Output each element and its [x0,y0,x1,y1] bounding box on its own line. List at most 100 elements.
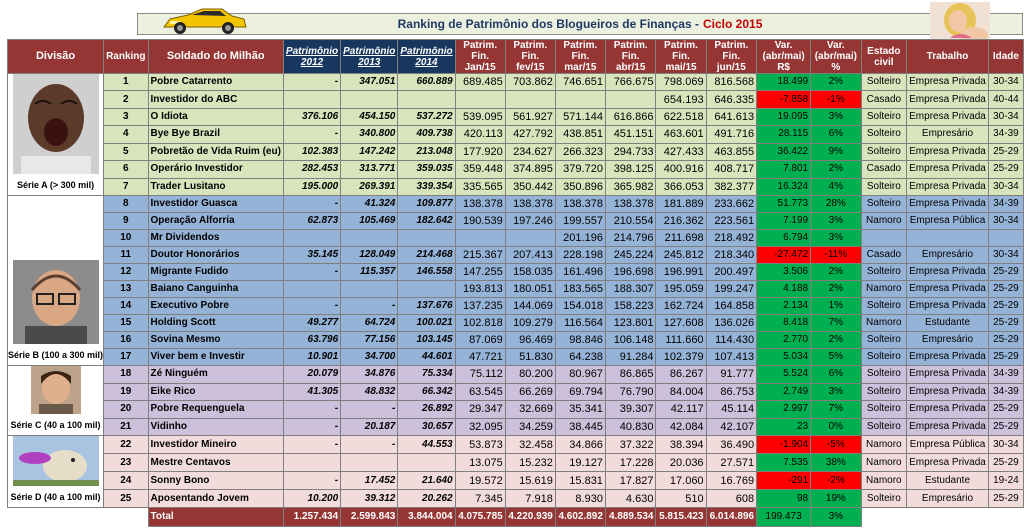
name-cell: Doutor Honorários [147,246,284,264]
mai-cell: 400.916 [655,160,707,179]
ranking-cell: 25 [103,489,149,508]
civil-cell: Solteiro [860,107,908,127]
p2013-cell: 128.049 [340,246,399,264]
p2012-cell: 10.901 [282,348,342,366]
job-cell: Empresa Pública [906,212,989,230]
jan-cell: 539.095 [454,107,506,127]
mai-cell: 622.518 [655,107,707,127]
title-cycle: Ciclo 2015 [703,17,763,31]
col-fev15: Patrim. Fin. fev/15 [504,39,556,74]
civil-cell: Solteiro [860,400,908,419]
name-cell: Aposentando Jovem [147,489,284,508]
abr-cell: 37.322 [604,435,657,454]
civil-cell: Casado [860,246,908,264]
var-pct-cell: 2% [810,331,862,349]
p2012-cell: - [282,263,342,281]
name-cell: Mr Dividendos [147,229,284,247]
civil-cell: Solteiro [860,195,908,213]
ranking-cell: 2 [103,90,149,109]
ranking-cell: 8 [103,195,149,213]
job-cell [906,229,989,247]
ranking-cell: 17 [103,348,149,366]
jun-cell: 42.107 [705,417,758,436]
total-abr: 4.889.534 [604,507,657,527]
name-cell: Zé Ninguém [147,365,284,384]
var-pct-cell: 2% [810,280,862,298]
name-cell: Executivo Pobre [147,297,284,315]
abr-cell: 294.733 [604,142,657,162]
name-cell: Operação Alforria [147,212,284,230]
p2014-cell: 182.642 [397,212,456,230]
var-pct-cell: 7% [810,314,862,332]
name-cell: Mestre Centavos [147,453,284,472]
jun-cell: 491.716 [705,125,758,144]
p2013-cell: 39.312 [340,489,399,508]
p2014-cell: 26.892 [397,400,456,419]
name-cell: Investidor do ABC [147,90,284,109]
ranking-cell: 13 [103,280,149,298]
age-cell: 30-34 [987,72,1024,92]
job-cell: Empresa Privada [906,365,989,384]
total-jan: 4.075.785 [454,507,506,527]
p2014-cell: 409.738 [397,125,456,144]
fev-cell: 109.279 [504,314,556,332]
name-cell: Pobretão de Vida Ruim (eu) [147,142,284,162]
ranking-cell: 15 [103,314,149,332]
col-trabalho: Trabalho [906,39,989,74]
var-pct-cell: -5% [810,435,862,454]
name-cell: Operário Investidor [147,160,284,179]
jun-cell: 114.430 [705,331,758,349]
job-cell: Empresa Privada [906,453,989,472]
var-rs-cell: 16.324 [756,177,812,197]
job-cell: Empresa Privada [906,382,989,401]
abr-cell: 106.148 [604,331,657,349]
col-patrimonio-2013: Patrimônio 2013 [340,39,399,74]
var-pct-cell: -2% [810,471,862,490]
p2012-cell: 20.079 [282,365,342,384]
job-cell: Estudante [906,314,989,332]
mai-cell: 798.069 [655,72,707,92]
job-cell: Empresa Privada [906,142,989,162]
yellow-sports-car-icon [163,8,247,34]
jun-cell: 382.377 [705,177,758,197]
ranking-cell: 7 [103,177,149,197]
ranking-table: Divisão Ranking Soldado do Milhão Patrim… [6,39,1024,527]
mai-cell: 84.004 [655,382,707,401]
jun-cell: 641.613 [705,107,758,127]
name-cell: Sovina Mesmo [147,331,284,349]
fev-cell: 207.413 [504,246,556,264]
mar-cell [554,90,606,109]
var-rs-cell: 98 [756,489,812,508]
age-cell [987,229,1024,247]
p2013-cell [340,280,399,298]
jun-cell: 200.497 [705,263,758,281]
age-cell: 30-34 [987,177,1024,197]
jan-cell: 335.565 [454,177,506,197]
p2012-cell [282,229,342,247]
total-spacer [906,507,989,527]
p2012-cell: 41.305 [282,382,342,401]
jun-cell: 408.717 [705,160,758,179]
mar-cell: 379.720 [554,160,606,179]
p2014-cell [397,229,456,247]
abr-cell: 245.224 [604,246,657,264]
ranking-cell: 11 [103,246,149,264]
fev-cell: 374.895 [504,160,556,179]
mai-cell: 162.724 [655,297,707,315]
jan-cell: 190.539 [454,212,506,230]
mar-cell: 80.967 [554,365,606,384]
jun-cell: 199.247 [705,280,758,298]
dog-frisbee-icon [12,436,99,486]
col-var-pct: Var. (abr/mai) % [810,39,862,74]
p2012-cell: 282.453 [282,160,342,179]
var-pct-cell: 0% [810,417,862,436]
name-cell: Holding Scott [147,314,284,332]
table-row: 6 Operário Investidor 282.453 313.771 359.03… [7,160,1024,179]
p2013-cell: 17.452 [340,471,399,490]
name-cell: Sonny Bono [147,471,284,490]
age-cell: 34-39 [987,382,1024,401]
jan-cell [454,90,506,109]
job-cell: Empresa Privada [906,195,989,213]
civil-cell: Namoro [860,453,908,472]
p2012-cell: - [282,72,342,92]
